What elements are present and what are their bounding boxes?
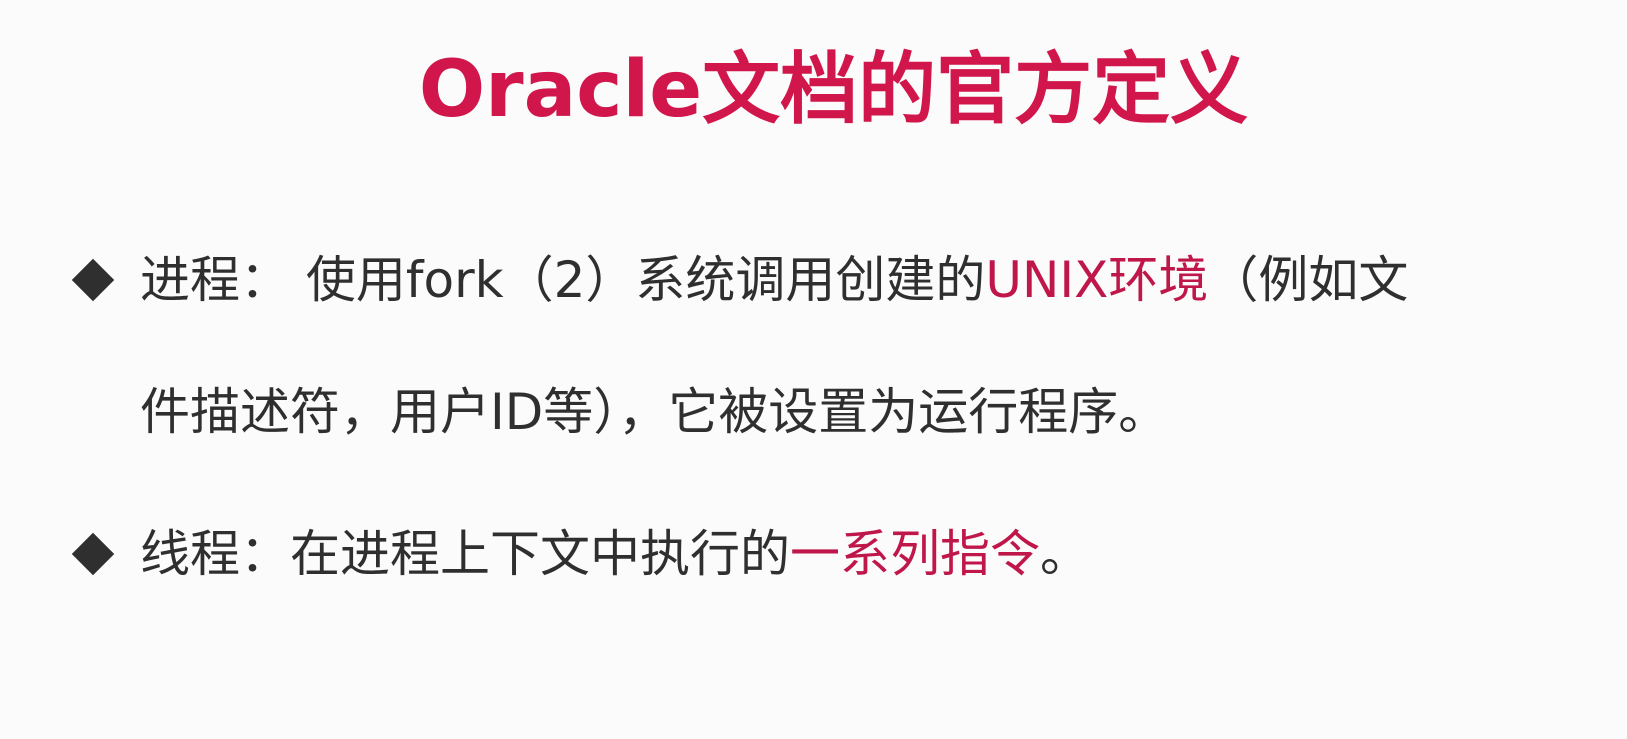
bullet-text-segment: （例如文 <box>1208 251 1409 309</box>
bullet-line: 件描述符，用户ID等），它被设置为运行程序。 <box>140 383 1169 441</box>
bullet-line: 进程： 使用fork（2）系统调用创建的UNIX环境（例如文 <box>140 214 1572 346</box>
bullet-item-thread: 线程：在进程上下文中执行的一系列指令。 <box>71 488 1572 620</box>
diamond-bullet-icon <box>71 214 132 346</box>
slide-title: Oracle文档的官方定义 <box>418 45 1249 135</box>
bullet-text-segment: 线程：在进程上下文中执行的 <box>140 525 790 583</box>
slide: Oracle文档的官方定义 进程： 使用fork（2）系统调用创建的UNIX环境… <box>0 0 1627 739</box>
highlight-text: UNIX环境 <box>985 251 1209 309</box>
bullet-text-segment: 进程： 使用fork（2）系统调用创建的 <box>140 251 986 309</box>
bullet-line: 线程：在进程上下文中执行的一系列指令。 <box>140 488 1572 620</box>
bullet-text-segment: 。 <box>1040 525 1090 583</box>
bullet-text: 线程：在进程上下文中执行的一系列指令。 <box>140 488 1572 620</box>
highlight-text: 一系列指令 <box>790 525 1040 583</box>
bullet-text: 进程： 使用fork（2）系统调用创建的UNIX环境（例如文 件描述符，用户ID… <box>140 214 1572 478</box>
bullet-item-process: 进程： 使用fork（2）系统调用创建的UNIX环境（例如文 件描述符，用户ID… <box>71 214 1572 478</box>
diamond-bullet-icon <box>71 488 132 620</box>
